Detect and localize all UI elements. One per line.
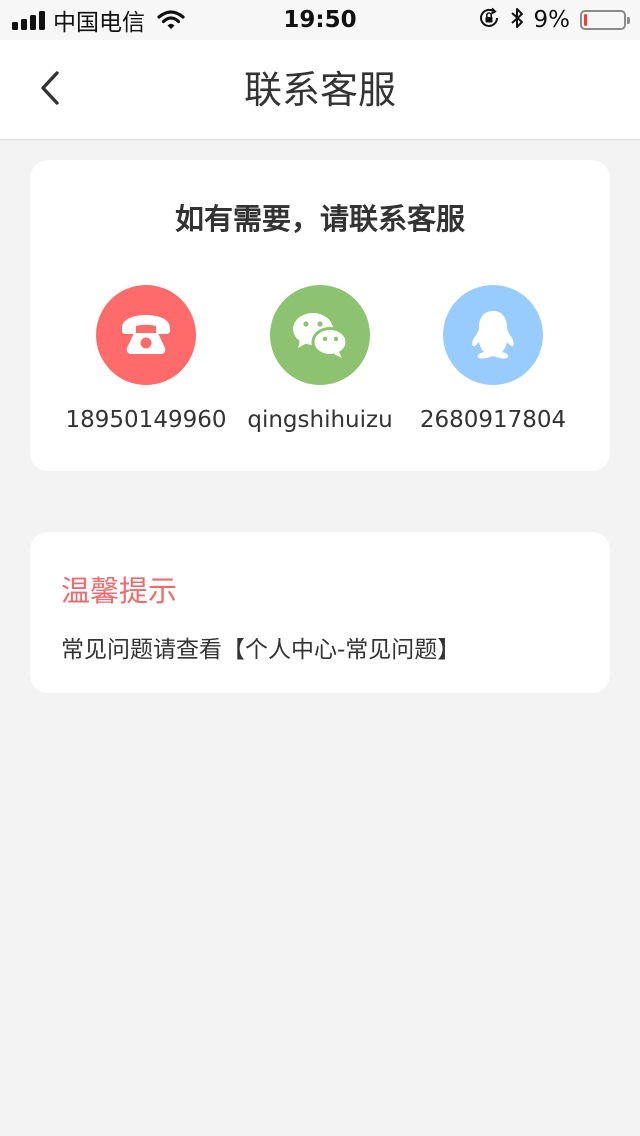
contact-phone[interactable]: 18950149960 [59,285,233,433]
battery-icon [580,10,630,30]
tip-card: 温馨提示 常见问题请查看【个人中心-常见问题】 [30,532,610,693]
phone-number[interactable]: 18950149960 [59,407,233,433]
battery-percent: 9% [533,7,571,33]
qq-icon[interactable] [443,285,543,385]
tip-text: 常见问题请查看【个人中心-常见问题】 [61,637,461,663]
wechat-icon[interactable] [270,285,370,385]
wechat-id[interactable]: qingshihuizu [233,407,407,433]
contact-wechat[interactable]: qingshihuizu [233,285,407,433]
status-bar-right: 9% [478,0,630,40]
battery-level-fill [584,14,587,26]
qq-number[interactable]: 2680917804 [406,407,580,433]
tip-title: 温馨提示 [61,574,178,608]
orientation-lock-icon [478,7,500,33]
page-title: 联系客服 [243,68,396,112]
phone-icon[interactable] [96,285,196,385]
bluetooth-icon [510,6,524,34]
contact-qq[interactable]: 2680917804 [406,285,580,433]
status-bar: 中国电信 19:50 9% [0,0,640,40]
contact-card-title: 如有需要，请联系客服 [174,202,465,236]
contact-card: 如有需要，请联系客服 18950149960 qingshihuizu 2680… [30,160,610,471]
nav-bar: 联系客服 [0,40,640,140]
